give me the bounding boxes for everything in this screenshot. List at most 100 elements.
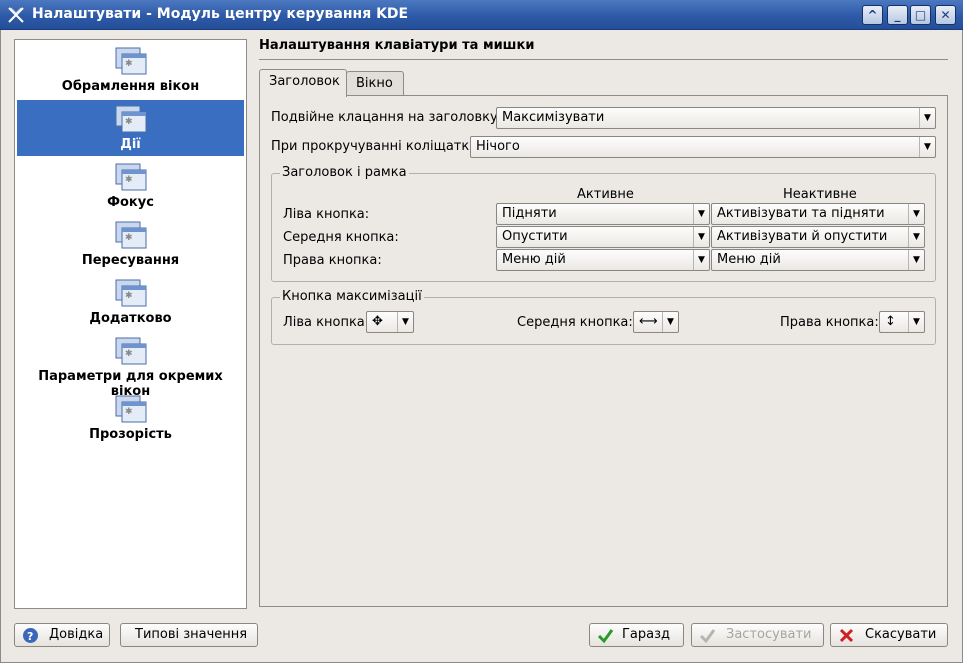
sidebar-item-label: Пересування xyxy=(81,253,180,268)
window-settings-icon: ✱ xyxy=(115,337,147,365)
apply-button[interactable]: Застосувати xyxy=(691,623,824,647)
group-title: Кнопка максимізації xyxy=(280,289,424,304)
chevron-down-icon: ▼ xyxy=(908,312,924,332)
ok-button[interactable]: Гаразд xyxy=(589,623,684,647)
heading-divider xyxy=(259,59,948,60)
chevron-down-icon: ▼ xyxy=(908,250,924,270)
sidebar-item-actions[interactable]: ✱ Дії xyxy=(17,100,244,156)
left-inactive-select[interactable]: Активізувати та підняти ▼ xyxy=(711,203,925,225)
chevron-down-icon: ▼ xyxy=(693,250,709,270)
sidebar-item-label: Додатково xyxy=(89,311,172,326)
select-value: Меню дій xyxy=(502,252,566,267)
right-button-label: Права кнопка: xyxy=(283,253,382,268)
right-inactive-select[interactable]: Меню дій ▼ xyxy=(711,249,925,271)
help-button[interactable]: ? Довідка xyxy=(14,623,110,647)
left-active-select[interactable]: Підняти ▼ xyxy=(496,203,710,225)
minimize-icon: _ xyxy=(894,8,901,22)
defaults-label: Типові значення xyxy=(135,627,248,642)
window-title: Налаштувати - Модуль центру керування KD… xyxy=(32,6,409,22)
window-settings-icon: ✱ xyxy=(115,163,147,191)
checkmark-icon xyxy=(597,629,614,644)
select-value: Опустити xyxy=(502,229,568,244)
sidebar-item-focus[interactable]: ✱ Фокус xyxy=(17,158,244,214)
window-settings-icon: ✱ xyxy=(115,221,147,249)
tab-window[interactable]: Вікно xyxy=(346,71,404,98)
sidebar-item-label: Фокус xyxy=(107,195,154,210)
shade-button[interactable]: ^ xyxy=(862,5,883,25)
middle-active-select[interactable]: Опустити ▼ xyxy=(496,226,710,248)
svg-text:✱: ✱ xyxy=(125,117,133,127)
right-active-select[interactable]: Меню дій ▼ xyxy=(496,249,710,271)
tab-titlebar[interactable]: Заголовок xyxy=(259,69,347,97)
close-button[interactable]: ✕ xyxy=(935,5,956,25)
vertical-arrows-icon: ↕ xyxy=(885,314,896,329)
svg-text:✱: ✱ xyxy=(125,233,133,243)
svg-text:✱: ✱ xyxy=(125,407,133,417)
module-sidebar[interactable]: ✱ Обрамлення вікон ✱ Дії ✱ Фокус ✱ Перес… xyxy=(14,39,247,609)
svg-text:✱: ✱ xyxy=(125,175,133,185)
max-middle-select[interactable]: ⟷ ▼ xyxy=(633,311,679,333)
double-click-label: Подвійне клацання на заголовку: xyxy=(271,110,503,125)
window-settings-icon: ✱ xyxy=(115,47,147,75)
svg-text:✱: ✱ xyxy=(125,349,133,359)
chevron-down-icon: ▼ xyxy=(397,312,413,332)
select-value: Максимізувати xyxy=(502,110,605,125)
double-click-select[interactable]: Максимізувати ▼ xyxy=(496,107,936,129)
sidebar-item-window-decoration[interactable]: ✱ Обрамлення вікон xyxy=(17,42,244,98)
cancel-button[interactable]: Скасувати xyxy=(830,623,948,647)
chevron-down-icon: ▼ xyxy=(908,227,924,247)
help-label: Довідка xyxy=(49,627,104,642)
chevron-down-icon: ▼ xyxy=(908,204,924,224)
sidebar-item-advanced[interactable]: ✱ Додатково xyxy=(17,274,244,330)
checkmark-icon xyxy=(699,629,716,644)
ok-label: Гаразд xyxy=(622,627,671,642)
sidebar-item-label: Прозорість xyxy=(89,427,172,442)
sidebar-item-label: Обрамлення вікон xyxy=(61,79,200,94)
svg-text:✱: ✱ xyxy=(125,291,133,301)
cancel-icon xyxy=(839,628,854,643)
max-right-label: Права кнопка: xyxy=(780,315,879,330)
svg-text:?: ? xyxy=(27,630,33,643)
chevron-down-icon: ▼ xyxy=(919,137,935,157)
move-icon: ✥ xyxy=(372,314,383,329)
sidebar-item-window-specific[interactable]: ✱ Параметри для окремих вікон xyxy=(17,332,244,399)
group-title: Заголовок і рамка xyxy=(280,165,409,180)
cancel-label: Скасувати xyxy=(865,627,937,642)
shade-icon: ^ xyxy=(867,8,878,22)
chevron-down-icon: ▼ xyxy=(662,312,678,332)
column-header-inactive: Неактивне xyxy=(783,187,857,202)
max-middle-label: Середня кнопка: xyxy=(517,315,633,330)
column-header-active: Активне xyxy=(577,187,634,202)
apply-label: Застосувати xyxy=(726,627,812,642)
chevron-down-icon: ▼ xyxy=(693,204,709,224)
chevron-down-icon: ▼ xyxy=(919,108,935,128)
tab-label: Вікно xyxy=(356,76,393,91)
sidebar-item-translucency[interactable]: ✱ Прозорість xyxy=(17,390,244,446)
sidebar-item-label: Дії xyxy=(120,137,141,152)
help-icon: ? xyxy=(23,628,38,643)
sidebar-item-moving[interactable]: ✱ Пересування xyxy=(17,216,244,272)
select-value: Підняти xyxy=(502,206,557,221)
minimize-button[interactable]: _ xyxy=(887,5,908,25)
max-left-select[interactable]: ✥ ▼ xyxy=(366,311,414,333)
maximize-icon: □ xyxy=(914,8,927,22)
middle-inactive-select[interactable]: Активізувати й опустити ▼ xyxy=(711,226,925,248)
select-value: Нічого xyxy=(476,139,520,154)
kde-app-icon[interactable] xyxy=(7,6,25,24)
max-right-select[interactable]: ↕ ▼ xyxy=(879,311,925,333)
chevron-down-icon: ▼ xyxy=(693,227,709,247)
svg-text:✱: ✱ xyxy=(125,59,133,69)
page-title: Налаштування клавіатури та мишки xyxy=(259,38,535,53)
max-left-label: Ліва кнопка: xyxy=(283,315,370,330)
wheel-select[interactable]: Нічого ▼ xyxy=(470,136,936,158)
select-value: Меню дій xyxy=(717,252,781,267)
close-icon: ✕ xyxy=(940,8,951,22)
left-button-label: Ліва кнопка: xyxy=(283,207,370,222)
tab-label: Заголовок xyxy=(269,74,340,89)
horizontal-arrows-icon: ⟷ xyxy=(639,314,658,329)
window-settings-icon: ✱ xyxy=(115,395,147,423)
maximize-button[interactable]: □ xyxy=(910,5,931,25)
middle-button-label: Середня кнопка: xyxy=(283,230,399,245)
defaults-button[interactable]: Типові значення xyxy=(120,623,258,647)
title-bar[interactable]: Налаштувати - Модуль центру керування KD… xyxy=(0,0,963,30)
